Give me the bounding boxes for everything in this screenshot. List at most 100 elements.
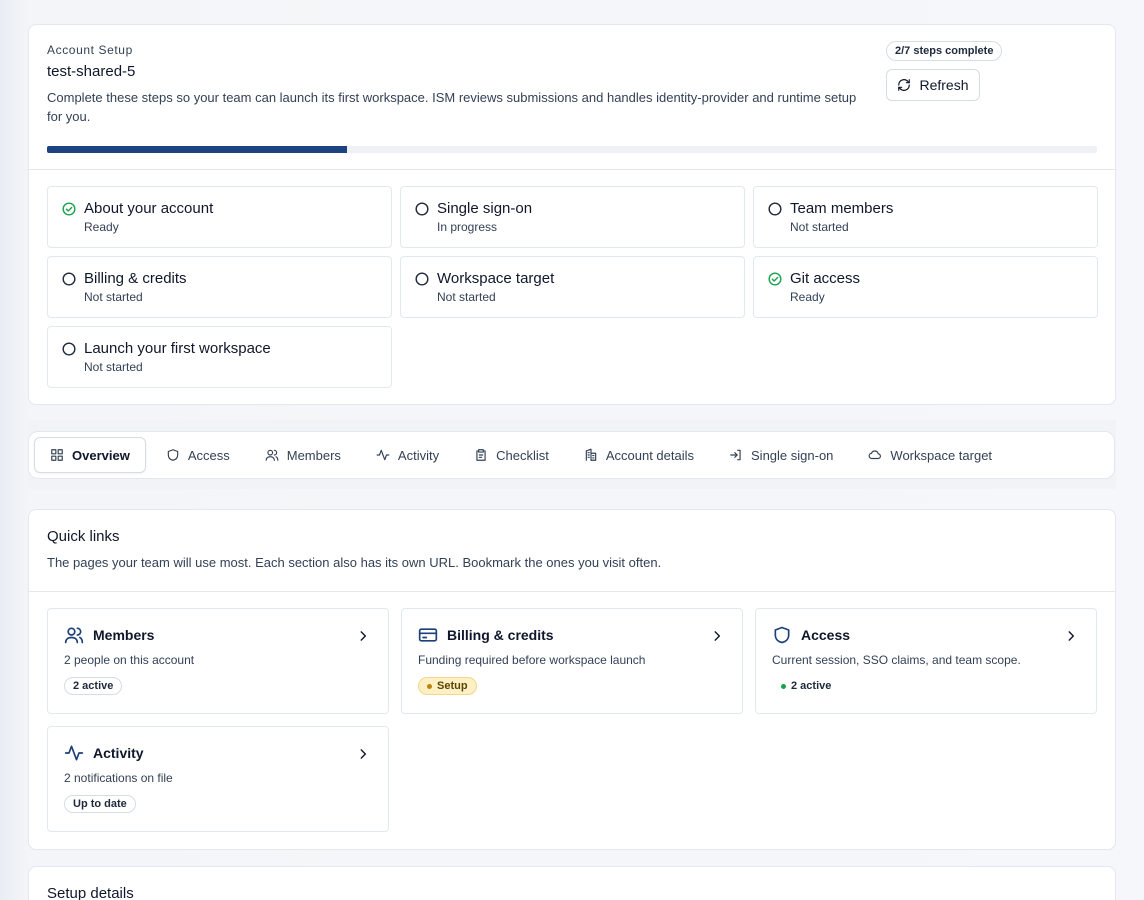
status-dot xyxy=(427,683,432,689)
quick-links-title: Quick links xyxy=(47,528,120,545)
tab-label: Workspace target xyxy=(890,447,993,463)
setup-step[interactable]: Workspace target Not started xyxy=(400,256,745,318)
quick-links-description: The pages your team will use most. Each … xyxy=(47,555,662,570)
quick-links-grid: Members 2 people on this account 2 active B… xyxy=(47,608,1097,832)
check-circle-icon xyxy=(62,202,76,216)
setup-step-status: Not started xyxy=(84,360,143,374)
setup-step-title: Launch your first workspace xyxy=(84,340,271,357)
setup-step[interactable]: Team members Not started xyxy=(753,186,1098,248)
setup-steps-grid: About your account Ready Single sign-on In … xyxy=(47,186,1098,388)
refresh-button[interactable]: Refresh xyxy=(886,69,980,101)
tab-account-details[interactable]: Account details xyxy=(569,437,709,473)
setup-step-status: Not started xyxy=(437,290,496,304)
quick-link-badge: Up to date xyxy=(64,795,136,813)
setup-progress-fill xyxy=(47,146,347,153)
setup-details-card: Setup details xyxy=(28,866,1116,900)
tab-overview[interactable]: Overview xyxy=(34,437,146,473)
setup-step-status: Ready xyxy=(790,290,825,304)
quick-link-description: Funding required before workspace launch xyxy=(418,653,646,667)
tab-label: Access xyxy=(187,447,230,463)
chevron-right-icon xyxy=(360,631,367,641)
setup-step-title: Git access xyxy=(790,270,861,287)
tab-checklist[interactable]: Checklist xyxy=(459,437,564,473)
users-icon xyxy=(265,449,279,461)
account-setup-card: Account Setup test-shared-5 Complete the… xyxy=(28,24,1116,405)
tab-label: Members xyxy=(286,447,341,463)
setup-step[interactable]: Billing & credits Not started xyxy=(47,256,392,318)
setup-step-status: Not started xyxy=(84,290,143,304)
chevron-right-icon xyxy=(714,631,721,641)
tab-label: Account details xyxy=(605,447,695,463)
setup-step-status: Not started xyxy=(790,220,849,234)
login-icon xyxy=(730,449,741,461)
empty-circle-icon xyxy=(62,272,76,286)
credit-card-icon xyxy=(418,628,438,642)
quick-links-card: Quick links The pages your team will use… xyxy=(28,509,1116,850)
setup-details-title: Setup details xyxy=(47,885,134,900)
empty-circle-icon xyxy=(415,202,429,216)
tabs-band: Overview Access Members Activity Checklist Ac… xyxy=(28,420,1116,489)
tab-members[interactable]: Members xyxy=(250,437,356,473)
steps-complete-badge: 2/7 steps complete xyxy=(886,41,1003,61)
setup-progress-bar xyxy=(47,146,1097,153)
activity-icon xyxy=(64,745,84,761)
quick-link-badge-label: 2 active xyxy=(73,680,114,692)
quick-link-badge: 2 active xyxy=(772,677,841,695)
tab-label: Single sign-on xyxy=(751,447,834,463)
quick-link-billing-credits[interactable]: Billing & credits Funding required before… xyxy=(401,608,743,714)
setup-step[interactable]: Launch your first workspace Not started xyxy=(47,326,392,388)
check-circle-icon xyxy=(768,272,782,286)
quick-link-badge: Setup xyxy=(418,677,477,695)
status-dot xyxy=(781,683,786,689)
quick-link-title: Billing & credits xyxy=(447,627,554,643)
setup-description: Complete these steps so your team can la… xyxy=(47,90,857,124)
users-icon xyxy=(64,627,84,644)
chevron-right-icon xyxy=(360,749,367,759)
quick-link-title: Access xyxy=(801,627,851,643)
quick-link-description: Current session, SSO claims, and team sc… xyxy=(772,653,1021,667)
tab-activity[interactable]: Activity xyxy=(361,437,454,473)
tab-label: Overview xyxy=(72,447,130,463)
setup-step-status: Ready xyxy=(84,220,119,234)
shield-icon xyxy=(774,626,790,644)
shield-icon xyxy=(167,449,179,461)
quick-link-badge: 2 active xyxy=(64,677,123,695)
refresh-icon xyxy=(898,79,911,91)
setup-step-title: About your account xyxy=(84,200,214,217)
setup-step-title: Team members xyxy=(790,200,894,217)
quick-link-description: 2 people on this account xyxy=(64,653,195,667)
setup-step[interactable]: Single sign-on In progress xyxy=(400,186,745,248)
quick-link-badge-label: Setup xyxy=(437,680,468,692)
setup-step-title: Workspace target xyxy=(437,270,555,287)
quick-link-members[interactable]: Members 2 people on this account 2 active xyxy=(47,608,389,714)
quick-link-description: 2 notifications on file xyxy=(64,771,173,785)
tab-access[interactable]: Access xyxy=(151,437,245,473)
activity-icon xyxy=(376,449,390,461)
quick-link-title: Activity xyxy=(93,745,144,761)
quick-link-badge-label: Up to date xyxy=(73,798,127,810)
grid-icon xyxy=(51,449,63,461)
quick-links-header: Quick links The pages your team will use… xyxy=(29,510,1115,592)
quick-link-activity[interactable]: Activity 2 notifications on file Up to dat… xyxy=(47,726,389,832)
tab-workspace-target[interactable]: Workspace target xyxy=(853,437,1007,473)
setup-step[interactable]: Git access Ready xyxy=(753,256,1098,318)
refresh-label: Refresh xyxy=(919,77,969,93)
tab-label: Checklist xyxy=(496,447,549,463)
tab-single-sign-on[interactable]: Single sign-on xyxy=(714,437,848,473)
quick-link-title: Members xyxy=(93,627,155,643)
setup-header: Account Setup test-shared-5 Complete the… xyxy=(29,25,1115,170)
cloud-icon xyxy=(868,450,882,460)
setup-step-title: Single sign-on xyxy=(437,200,533,217)
empty-circle-icon xyxy=(62,342,76,356)
empty-circle-icon xyxy=(768,202,782,216)
empty-circle-icon xyxy=(415,272,429,286)
tab-bar: Overview Access Members Activity Checklist Ac… xyxy=(28,431,1115,479)
tab-label: Activity xyxy=(397,447,440,463)
setup-step-title: Billing & credits xyxy=(84,270,187,287)
building-icon xyxy=(585,448,597,461)
quick-link-badge-label: 2 active xyxy=(791,680,832,692)
setup-step-status: In progress xyxy=(437,220,498,234)
quick-link-access[interactable]: Access Current session, SSO claims, and t… xyxy=(755,608,1097,714)
setup-step[interactable]: About your account Ready xyxy=(47,186,392,248)
clipboard-icon xyxy=(476,449,486,461)
